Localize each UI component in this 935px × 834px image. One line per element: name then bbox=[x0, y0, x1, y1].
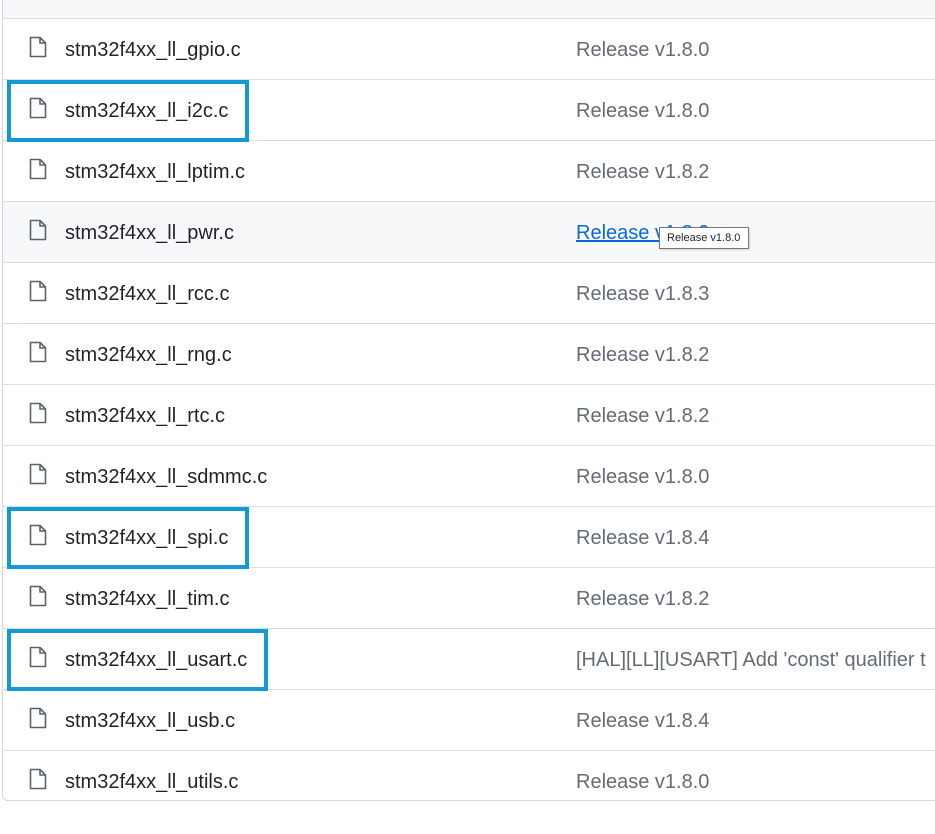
file-list-panel: stm32f4xx_ll_gpio.c Release v1.8.0 stm32f4… bbox=[2, 0, 935, 801]
file-icon bbox=[29, 36, 47, 58]
file-icon bbox=[29, 280, 47, 302]
file-row[interactable]: stm32f4xx_ll_usb.c Release v1.8.4 bbox=[3, 690, 935, 751]
file-row[interactable]: stm32f4xx_ll_sdmmc.c Release v1.8.0 bbox=[3, 446, 935, 507]
commit-message-link[interactable]: Release v1.8.2 bbox=[576, 404, 709, 428]
file-name-link[interactable]: stm32f4xx_ll_rng.c bbox=[65, 343, 232, 367]
file-row[interactable]: stm32f4xx_ll_tim.c Release v1.8.2 bbox=[3, 568, 935, 629]
commit-tooltip: Release v1.8.0 bbox=[659, 227, 749, 249]
file-row[interactable]: stm32f4xx_ll_spi.c Release v1.8.4 bbox=[3, 507, 935, 568]
file-icon bbox=[29, 585, 47, 607]
file-row[interactable]: stm32f4xx_ll_utils.c Release v1.8.0 bbox=[3, 751, 935, 800]
file-name-link[interactable]: stm32f4xx_ll_spi.c bbox=[65, 526, 228, 550]
file-row[interactable]: stm32f4xx_ll_rcc.c Release v1.8.3 bbox=[3, 263, 935, 324]
commit-message-link[interactable]: Release v1.8.4 bbox=[576, 526, 709, 550]
file-name-link[interactable]: stm32f4xx_ll_usb.c bbox=[65, 709, 235, 733]
commit-message-link[interactable]: Release v1.8.0 bbox=[576, 99, 709, 123]
commit-message-link[interactable]: Release v1.8.0 bbox=[576, 465, 709, 489]
file-list: stm32f4xx_ll_gpio.c Release v1.8.0 stm32f4… bbox=[3, 19, 935, 800]
commit-message-link[interactable]: Release v1.8.2 bbox=[576, 343, 709, 367]
commit-message-link[interactable]: Release v1.8.2 bbox=[576, 587, 709, 611]
file-name-link[interactable]: stm32f4xx_ll_utils.c bbox=[65, 770, 238, 794]
file-list-header bbox=[3, 0, 935, 19]
file-row[interactable]: stm32f4xx_ll_usart.c [HAL][LL][USART] Add… bbox=[3, 629, 935, 690]
file-name-link[interactable]: stm32f4xx_ll_gpio.c bbox=[65, 38, 241, 62]
commit-message-link[interactable]: Release v1.8.2 bbox=[576, 160, 709, 184]
file-name-link[interactable]: stm32f4xx_ll_tim.c bbox=[65, 587, 230, 611]
file-icon bbox=[29, 402, 47, 424]
commit-message-link[interactable]: [HAL][LL][USART] Add 'const' qualifier t bbox=[576, 648, 926, 672]
file-icon bbox=[29, 524, 47, 546]
file-icon bbox=[29, 158, 47, 180]
file-name-link[interactable]: stm32f4xx_ll_pwr.c bbox=[65, 221, 234, 245]
commit-message-link[interactable]: Release v1.8.3 bbox=[576, 282, 709, 306]
file-name-link[interactable]: stm32f4xx_ll_rtc.c bbox=[65, 404, 225, 428]
file-icon bbox=[29, 463, 47, 485]
file-name-link[interactable]: stm32f4xx_ll_sdmmc.c bbox=[65, 465, 267, 489]
file-icon bbox=[29, 646, 47, 668]
file-name-link[interactable]: stm32f4xx_ll_rcc.c bbox=[65, 282, 230, 306]
file-icon bbox=[29, 341, 47, 363]
commit-message-link[interactable]: Release v1.8.0 bbox=[576, 38, 709, 62]
file-name-link[interactable]: stm32f4xx_ll_i2c.c bbox=[65, 99, 228, 123]
file-row[interactable]: stm32f4xx_ll_rtc.c Release v1.8.2 bbox=[3, 385, 935, 446]
file-row[interactable]: stm32f4xx_ll_gpio.c Release v1.8.0 bbox=[3, 19, 935, 80]
file-icon bbox=[29, 768, 47, 790]
file-icon bbox=[29, 219, 47, 241]
file-icon bbox=[29, 707, 47, 729]
commit-message-link[interactable]: Release v1.8.0 bbox=[576, 770, 709, 794]
file-icon bbox=[29, 97, 47, 119]
file-row[interactable]: stm32f4xx_ll_rng.c Release v1.8.2 bbox=[3, 324, 935, 385]
file-name-link[interactable]: stm32f4xx_ll_usart.c bbox=[65, 648, 247, 672]
commit-message-link[interactable]: Release v1.8.4 bbox=[576, 709, 709, 733]
file-row[interactable]: stm32f4xx_ll_i2c.c Release v1.8.0 bbox=[3, 80, 935, 141]
file-name-link[interactable]: stm32f4xx_ll_lptim.c bbox=[65, 160, 245, 184]
file-row[interactable]: stm32f4xx_ll_lptim.c Release v1.8.2 bbox=[3, 141, 935, 202]
file-row[interactable]: stm32f4xx_ll_pwr.c Release v1.8.0 bbox=[3, 202, 935, 263]
